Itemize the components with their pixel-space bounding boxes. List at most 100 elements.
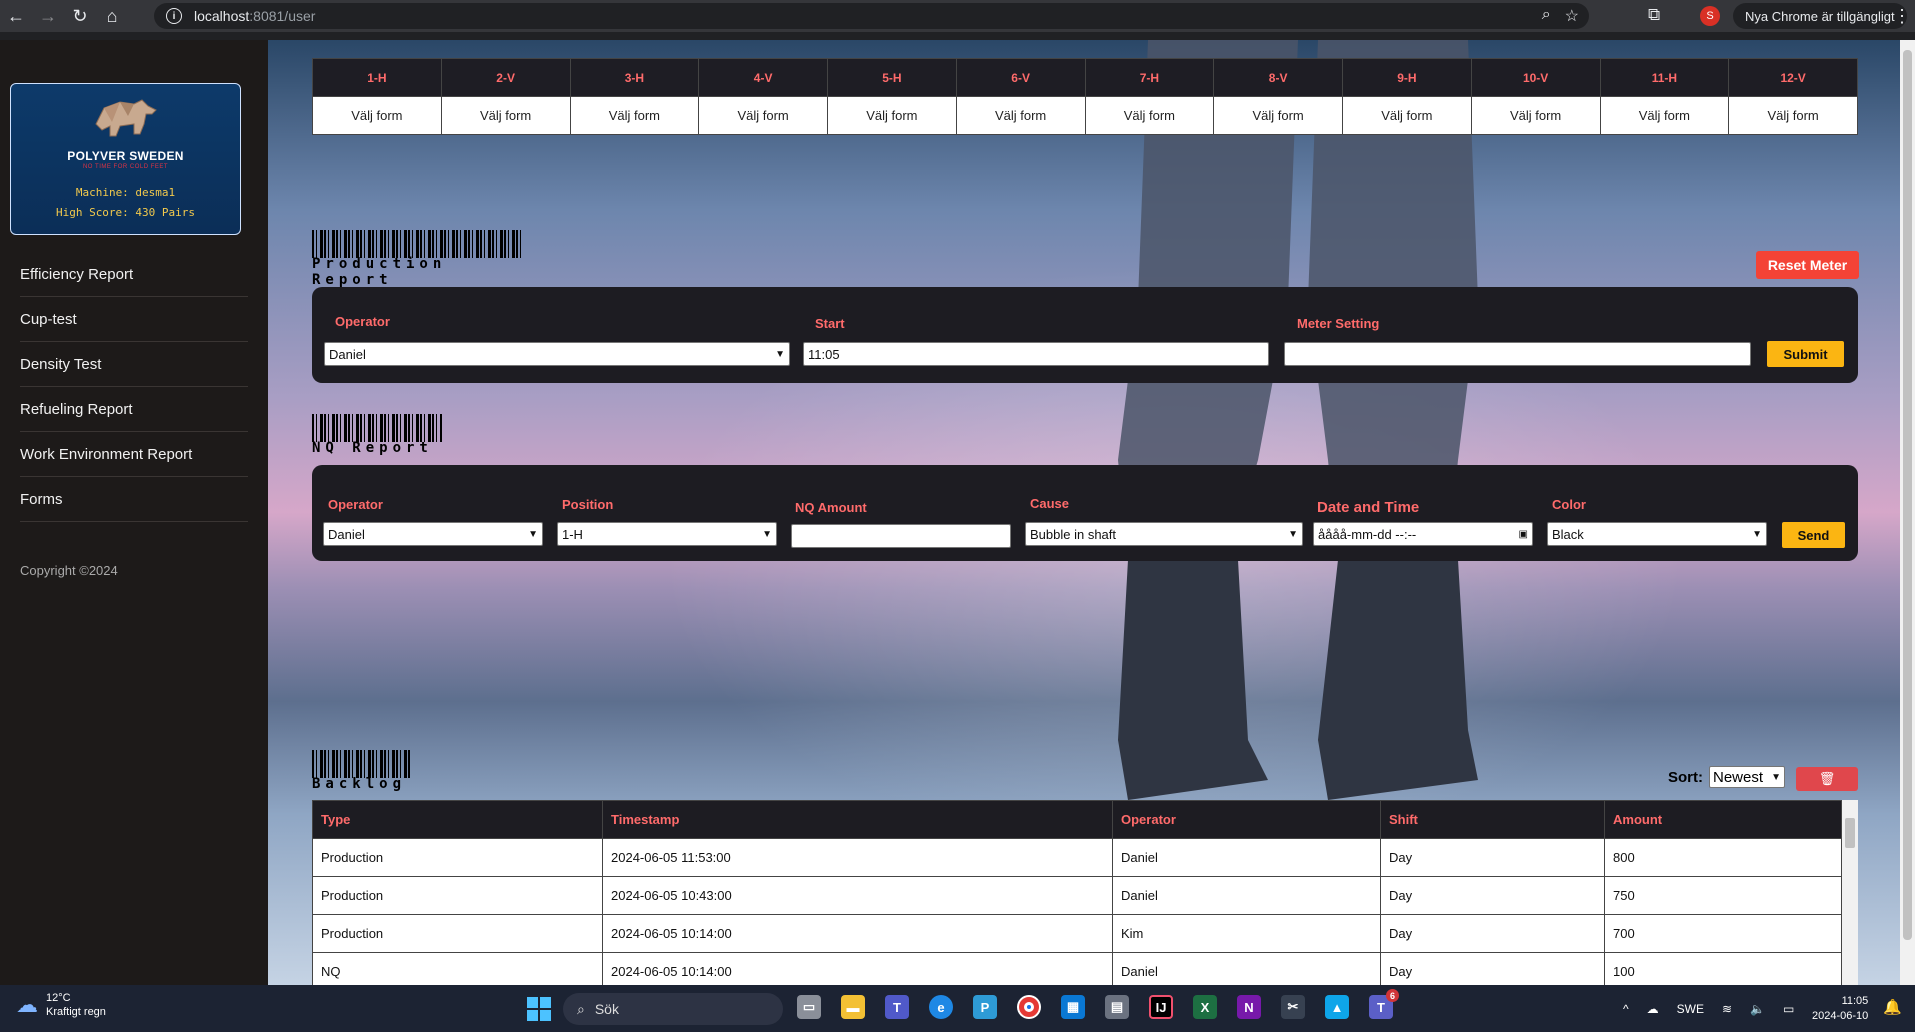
edge-icon[interactable]: e (929, 995, 953, 1019)
chrome-icon[interactable] (1017, 995, 1041, 1019)
sidebar-item-work-environment-report[interactable]: Work Environment Report (20, 432, 248, 477)
forward-icon[interactable]: → (32, 0, 64, 32)
choose-form-cell[interactable]: Välj form (1728, 96, 1858, 135)
sort-select[interactable]: Newest ▼ (1709, 766, 1785, 788)
reset-meter-button[interactable]: Reset Meter (1756, 251, 1859, 279)
taskbar-search[interactable]: ⌕ Sök (563, 993, 783, 1025)
backlog-table-container: Type Timestamp Operator Shift Amount Pro… (312, 800, 1858, 985)
scrollbar-thumb[interactable] (1903, 50, 1912, 940)
volume-icon[interactable]: 🔈 (1750, 1002, 1765, 1016)
excel-icon[interactable]: X (1193, 995, 1217, 1019)
back-icon[interactable]: ← (0, 0, 32, 32)
polar-bear-logo-icon (94, 99, 157, 137)
onenote-icon[interactable]: N (1237, 995, 1261, 1019)
chevron-up-icon[interactable]: ^ (1623, 1002, 1629, 1016)
choose-form-cell[interactable]: Välj form (1084, 96, 1215, 135)
sidebar-item-refueling-report[interactable]: Refueling Report (20, 387, 248, 432)
choose-form-cell[interactable]: Välj form (698, 96, 828, 135)
barcode-graphic (312, 230, 522, 258)
teams-icon[interactable]: T6 (1369, 989, 1399, 1019)
delete-button[interactable]: 🗑 (1796, 767, 1858, 791)
nq-operator-label: Operator (328, 497, 383, 512)
nq-amount-input[interactable] (791, 524, 1011, 548)
profile-avatar[interactable]: S (1700, 6, 1720, 26)
bookmark-star-icon[interactable]: ☆ (1565, 6, 1579, 26)
scrollbar-thumb[interactable] (1845, 818, 1855, 848)
python-icon[interactable]: P (973, 995, 997, 1019)
intellij-icon[interactable]: IJ (1149, 995, 1173, 1019)
teams-chat-icon[interactable]: T (885, 995, 909, 1019)
cell-shift: Day (1380, 952, 1605, 985)
cell-operator: Kim (1112, 914, 1381, 953)
choose-form-cell[interactable]: Välj form (1470, 96, 1601, 135)
weather-widget[interactable]: ☁ 12°C Kraftigt regn (16, 991, 106, 1019)
file-explorer-icon[interactable]: ▬ (841, 995, 865, 1019)
clock-date: 2024-06-10 (1812, 1010, 1869, 1022)
choose-form-cell[interactable]: Välj form (440, 96, 571, 135)
home-icon[interactable]: ⌂ (96, 0, 128, 32)
sidebar-item-cup-test[interactable]: Cup-test (20, 297, 248, 342)
taskbar-clock[interactable]: 11:05 2024-06-10 (1812, 994, 1868, 1024)
choose-form-cell[interactable]: Välj form (569, 96, 700, 135)
sidebar-item-forms[interactable]: Forms (20, 477, 248, 522)
backlog-scrollbar[interactable] (1842, 800, 1858, 985)
wifi-icon[interactable]: ≋ (1722, 1002, 1732, 1016)
choose-form-cell[interactable]: Välj form (1213, 96, 1343, 135)
cell-timestamp: 2024-06-05 10:14:00 (602, 914, 1113, 953)
start-time-value: 11:05 (808, 346, 840, 362)
form-header-cell: 8-V (1213, 58, 1343, 97)
notification-bell-icon[interactable]: 🔔 (1883, 998, 1902, 1016)
windows-start-icon[interactable] (527, 997, 551, 1021)
backlog-heading: Backlog (312, 750, 412, 792)
language-indicator[interactable]: SWE (1677, 1002, 1704, 1016)
cell-shift: Day (1380, 838, 1605, 877)
column-header-timestamp: Timestamp (602, 800, 1113, 839)
color-label: Color (1552, 497, 1586, 512)
snipping-tool-icon[interactable]: ✂ (1281, 995, 1305, 1019)
sidebar-item-density-test[interactable]: Density Test (20, 342, 248, 387)
calculator-icon[interactable]: ▤ (1105, 995, 1129, 1019)
position-select[interactable]: 1-H ▼ (557, 522, 777, 546)
trash-icon: 🗑 (1818, 771, 1836, 786)
cause-select[interactable]: Bubble in shaft ▼ (1025, 522, 1303, 546)
calendar-icon[interactable]: ▣ (1519, 529, 1528, 540)
page-scrollbar[interactable] (1900, 40, 1915, 985)
cause-label: Cause (1030, 496, 1070, 511)
start-time-input[interactable]: 11:05 (803, 342, 1269, 366)
choose-form-cell[interactable]: Välj form (1599, 96, 1730, 135)
date-time-input[interactable]: åååå-mm-dd --:-- ▣ (1313, 522, 1533, 546)
submit-button[interactable]: Submit (1767, 341, 1844, 367)
production-report-panel: Operator Daniel ▼ Start 11:05 Meter Sett… (312, 287, 1858, 383)
azure-data-studio-icon[interactable]: ▲ (1325, 995, 1349, 1019)
color-select[interactable]: Black ▼ (1547, 522, 1767, 546)
address-bar[interactable]: i localhost:8081/user ⌕ ☆ (154, 3, 1589, 29)
chrome-update-button[interactable]: Nya Chrome är tillgängligt (1733, 3, 1907, 29)
weather-temperature: 12°C (46, 992, 71, 1004)
extensions-icon[interactable]: ⧉ (1648, 5, 1660, 25)
column-header-shift: Shift (1380, 800, 1605, 839)
background-boots-image (1118, 40, 1478, 800)
taskbar-search-placeholder: Sök (594, 1001, 619, 1017)
meter-setting-input[interactable] (1284, 342, 1751, 366)
choose-form-cell[interactable]: Välj form (1342, 96, 1472, 135)
choose-form-cell[interactable]: Välj form (312, 96, 442, 135)
reload-icon[interactable]: ↻ (64, 0, 96, 32)
site-info-icon[interactable]: i (166, 8, 182, 24)
zoom-icon[interactable]: ⌕ (1542, 6, 1551, 26)
chrome-menu-icon[interactable]: ⋮ (1893, 6, 1911, 27)
battery-icon[interactable]: ▭ (1783, 1002, 1794, 1016)
task-view-icon[interactable]: ▭ (797, 995, 821, 1019)
onedrive-icon[interactable]: ☁ (1647, 1002, 1659, 1016)
url-host: localhost (194, 8, 250, 24)
send-button[interactable]: Send (1782, 522, 1845, 548)
nq-operator-select[interactable]: Daniel ▼ (323, 522, 543, 546)
choose-form-cell[interactable]: Välj form (955, 96, 1086, 135)
choose-form-cell[interactable]: Välj form (827, 96, 957, 135)
high-score-label: High Score: 430 Pairs (55, 206, 196, 219)
production-operator-select[interactable]: Daniel ▼ (324, 342, 790, 366)
machine-label: Machine: desma1 (75, 186, 176, 199)
microsoft-store-icon[interactable]: ▦ (1061, 995, 1085, 1019)
copyright: Copyright ©2024 (20, 563, 118, 578)
sort-control: Sort: Newest ▼ (1668, 766, 1785, 788)
sidebar-item-efficiency-report[interactable]: Efficiency Report (20, 252, 248, 297)
